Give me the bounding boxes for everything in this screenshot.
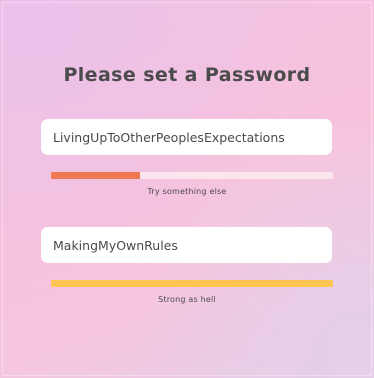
password-field-2-value: MakingMyOwnRules [53,237,178,253]
page-background: Please set a Password LivingUpToOtherPeo… [0,0,374,378]
strength-meter-1-fill [51,172,140,179]
password-field-1-value: LivingUpToOtherPeoplesExpectations [53,129,285,145]
password-field-2[interactable]: MakingMyOwnRules [41,227,332,263]
strength-label-1: Try something else [147,187,227,196]
strength-label-2: Strong as hell [158,295,216,304]
strength-meter-2-fill [51,280,333,287]
strength-meter-2 [51,280,333,287]
strength-meter-1 [51,172,333,179]
page-title: Please set a Password [63,64,311,86]
password-field-1[interactable]: LivingUpToOtherPeoplesExpectations [41,119,332,155]
